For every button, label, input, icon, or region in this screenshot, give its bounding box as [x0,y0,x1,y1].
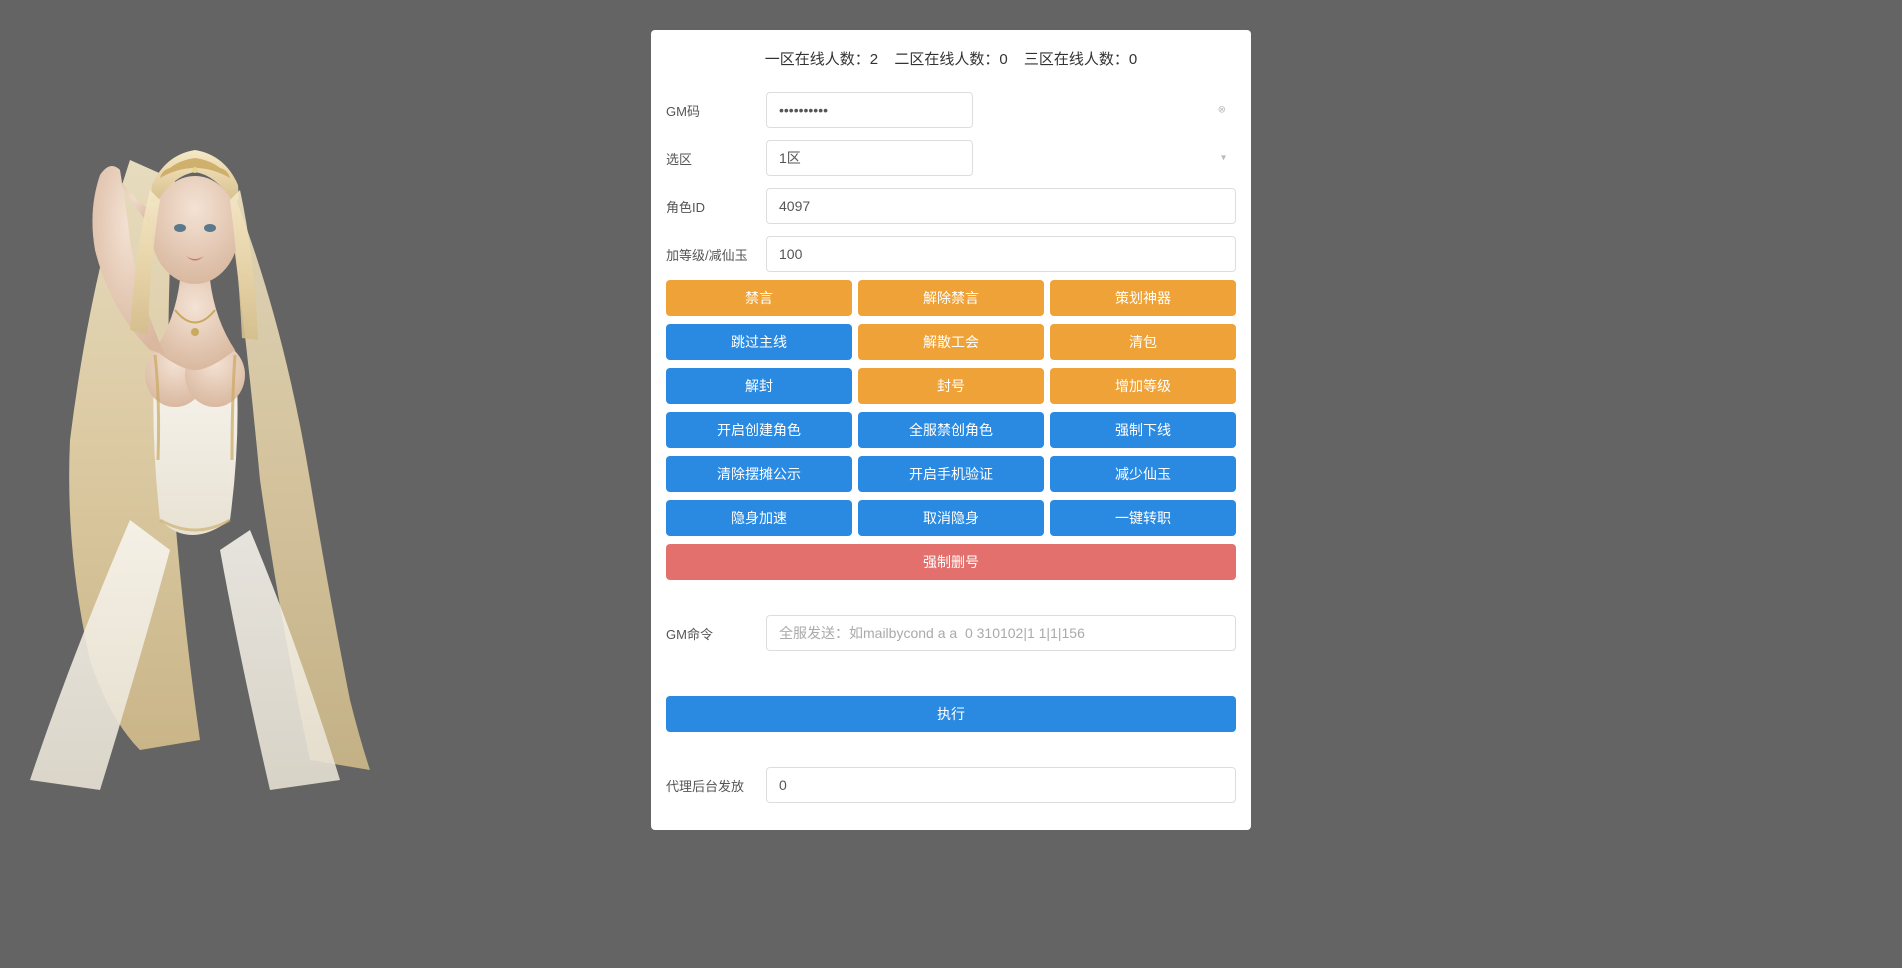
action-button-row1-2[interactable]: 策划神器 [1050,280,1236,316]
execute-button[interactable]: 执行 [666,696,1236,732]
action-button-row5-0[interactable]: 清除摆摊公示 [666,456,852,492]
action-button-row6-1[interactable]: 取消隐身 [858,500,1044,536]
action-button-row3-0[interactable]: 解封 [666,368,852,404]
force-delete-button[interactable]: 强制删号 [666,544,1236,580]
action-button-row2-2[interactable]: 清包 [1050,324,1236,360]
action-button-row3-1[interactable]: 封号 [858,368,1044,404]
action-button-row3-2[interactable]: 增加等级 [1050,368,1236,404]
action-button-row4-2[interactable]: 强制下线 [1050,412,1236,448]
clear-icon: ⊗ [1218,105,1226,116]
zone2-label: 二区在线人数： [894,51,999,68]
zone1-label: 一区在线人数： [765,51,870,68]
online-status-header: 一区在线人数：2 二区在线人数：0 三区在线人数：0 [651,30,1251,87]
zone-select[interactable] [766,140,973,176]
role-id-label: 角色ID [666,197,766,216]
proxy-input[interactable] [766,767,1236,803]
action-button-row5-1[interactable]: 开启手机验证 [858,456,1044,492]
zone2-count: 0 [999,51,1007,68]
zone-label: 选区 [666,149,766,168]
gm-command-label: GM命令 [666,624,766,643]
action-button-row1-0[interactable]: 禁言 [666,280,852,316]
action-button-row4-0[interactable]: 开启创建角色 [666,412,852,448]
gm-command-input[interactable] [766,615,1236,651]
role-id-input[interactable] [766,188,1236,224]
zone3-count: 0 [1129,51,1137,68]
action-button-row6-0[interactable]: 隐身加速 [666,500,852,536]
action-button-row4-1[interactable]: 全服禁创角色 [858,412,1044,448]
action-button-row6-2[interactable]: 一键转职 [1050,500,1236,536]
action-button-row5-2[interactable]: 减少仙玉 [1050,456,1236,492]
level-label: 加等级/减仙玉 [666,245,766,264]
zone1-count: 2 [870,51,878,68]
zone3-label: 三区在线人数： [1024,51,1129,68]
chevron-down-icon: ▾ [1221,153,1226,164]
character-image [0,100,400,800]
level-input[interactable] [766,236,1236,272]
gm-code-label: GM码 [666,101,766,120]
admin-panel: 一区在线人数：2 二区在线人数：0 三区在线人数：0 GM码 ⊗ 选区 ▾ 角色… [651,30,1251,830]
gm-code-input[interactable] [766,92,973,128]
proxy-label: 代理后台发放 [666,776,766,795]
action-button-row1-1[interactable]: 解除禁言 [858,280,1044,316]
action-button-row2-1[interactable]: 解散工会 [858,324,1044,360]
action-button-row2-0[interactable]: 跳过主线 [666,324,852,360]
